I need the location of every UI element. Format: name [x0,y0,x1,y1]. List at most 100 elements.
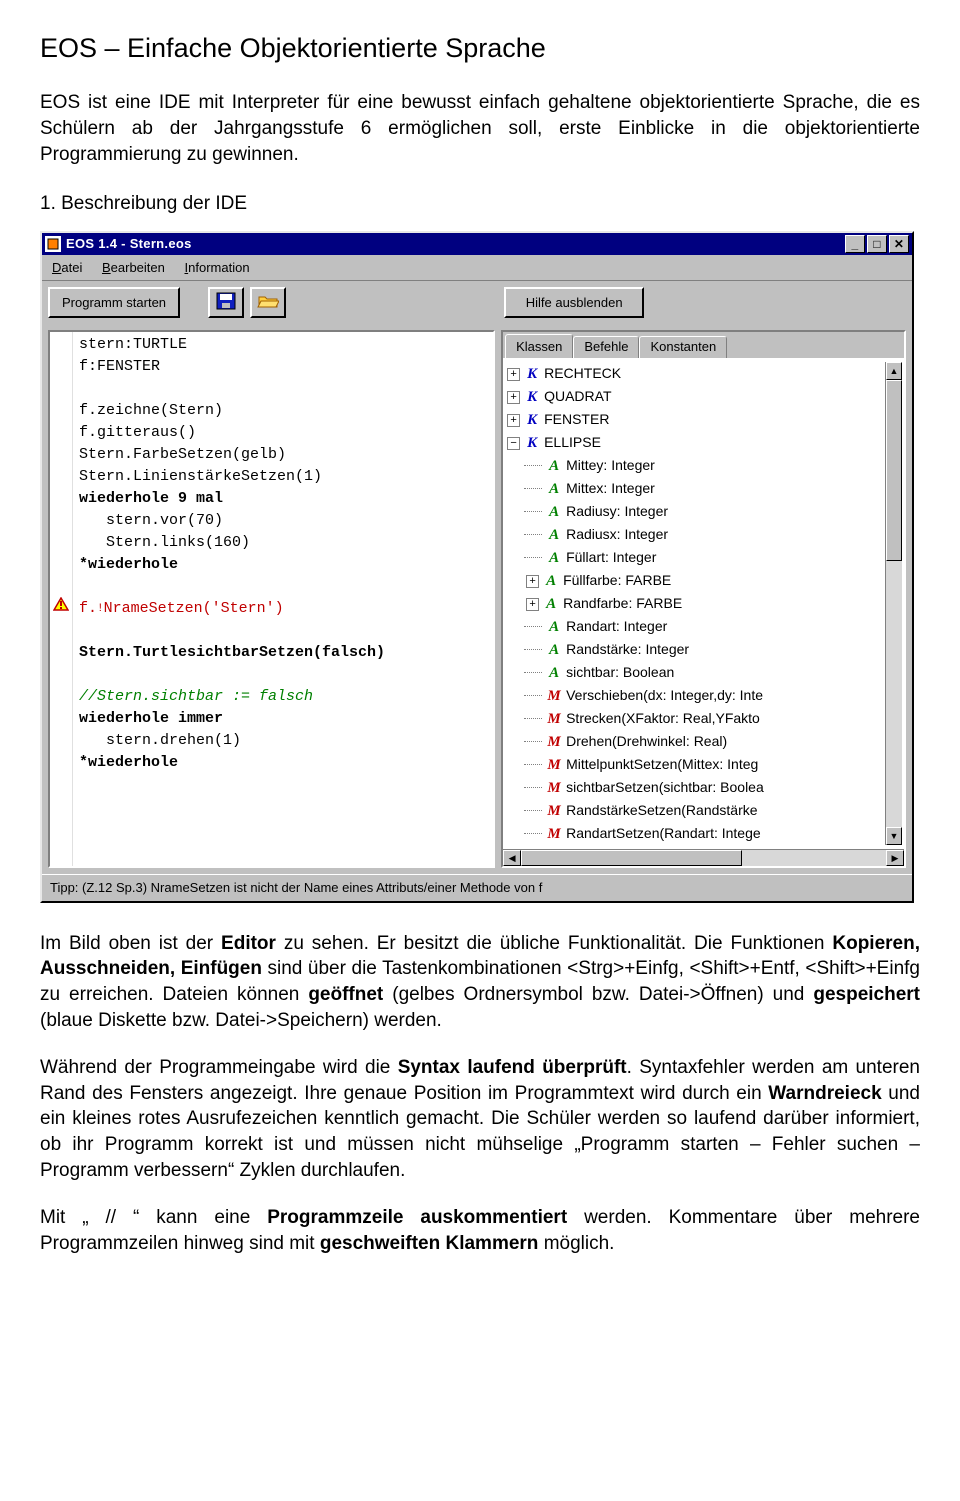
code-line: f:FENSTER [79,356,491,378]
expand-icon[interactable]: + [526,598,539,611]
tree-row[interactable]: MRandstärkeSetzen(Randstärke [505,799,885,822]
scroll-thumb[interactable] [886,380,902,561]
code-line: stern.drehen(1) [79,730,491,752]
class-icon: K [524,432,540,454]
tree-row[interactable]: MDrehen(Drehwinkel: Real) [505,730,885,753]
tab-konstanten[interactable]: Konstanten [639,336,727,359]
tree-row[interactable]: AFüllart: Integer [505,546,885,569]
attribute-icon: A [546,524,562,546]
code-line: *wiederhole [79,752,491,774]
code-line: wiederhole 9 mal [79,488,491,510]
expand-icon[interactable]: + [507,368,520,381]
code-line: Stern.links(160) [79,532,491,554]
tree-row[interactable]: MRandartSetzen(Randart: Intege [505,822,885,845]
tree-label: Füllart: Integer [566,549,656,565]
menu-information[interactable]: Information [177,257,258,279]
menu-datei[interactable]: Datei [44,257,90,279]
tree-label: RandstärkeSetzen(Randstärke [566,802,757,818]
tree-label: Drehen(Drehwinkel: Real) [566,733,727,749]
class-tree[interactable]: +KRECHTECK+KQUADRAT+KFENSTER−KELLIPSEAMi… [505,362,885,845]
save-button[interactable] [208,287,244,318]
hscroll-thumb[interactable] [521,850,742,866]
code-area[interactable]: stern:TURTLEf:FENSTER f.zeichne(Stern)f.… [73,332,493,867]
tree-row[interactable]: ARadiusy: Integer [505,500,885,523]
tree-label: QUADRAT [544,388,611,404]
menu-bearbeiten[interactable]: Bearbeiten [94,257,173,279]
scroll-up-icon[interactable]: ▲ [886,362,902,380]
code-line: stern.vor(70) [79,510,491,532]
open-button[interactable] [250,287,286,318]
scroll-down-icon[interactable]: ▼ [886,827,902,845]
tree-row[interactable]: +KQUADRAT [505,385,885,408]
tree-row[interactable]: Asichtbar: Boolean [505,661,885,684]
tree-row[interactable]: +AFüllfarbe: FARBE [505,569,885,592]
paragraph-comment: Mit „ // “ kann eine Programmzeile ausko… [40,1205,920,1256]
attribute-icon: A [546,639,562,661]
tree-row[interactable]: AMittex: Integer [505,477,885,500]
code-line [79,576,491,598]
code-line [79,664,491,686]
tree-row[interactable]: +KRECHTECK [505,362,885,385]
help-tabs: Klassen Befehle Konstanten [503,332,904,359]
vscrollbar[interactable]: ▲ ▼ [885,362,902,845]
tree-row[interactable]: ARadiusx: Integer [505,523,885,546]
tree-label: Verschieben(dx: Integer,dy: Inte [566,687,763,703]
help-pane: Klassen Befehle Konstanten +KRECHTECK+KQ… [501,330,906,869]
tree-label: Randstärke: Integer [566,641,689,657]
gutter [50,332,73,867]
code-line: Stern.FarbeSetzen(gelb) [79,444,491,466]
attribute-icon: A [546,547,562,569]
titlebar[interactable]: EOS 1.4 - Stern.eos _ □ ✕ [42,233,912,255]
scroll-right-icon[interactable]: ▶ [886,850,904,866]
expand-icon[interactable]: + [507,391,520,404]
tab-befehle[interactable]: Befehle [573,336,639,359]
paragraph-syntax: Während der Programmeingabe wird die Syn… [40,1055,920,1183]
tree-row[interactable]: ARandart: Integer [505,615,885,638]
tree-row[interactable]: MVerschieben(dx: Integer,dy: Inte [505,684,885,707]
tree-label: MittelpunktSetzen(Mittex: Integ [566,756,758,772]
tree-label: Randfarbe: FARBE [563,595,682,611]
app-icon [45,236,61,252]
warning-icon [52,596,70,612]
maximize-button[interactable]: □ [867,235,887,253]
hscrollbar[interactable]: ◀ ▶ [503,849,904,866]
attribute-icon: A [543,593,559,615]
method-icon: M [546,708,562,730]
tree-row[interactable]: ARandstärke: Integer [505,638,885,661]
code-line: f.gitteraus() [79,422,491,444]
tree-label: Füllfarbe: FARBE [563,572,671,588]
menubar: Datei Bearbeiten Information [42,255,912,281]
tree-label: RECHTECK [544,365,621,381]
class-icon: K [524,409,540,431]
minimize-button[interactable]: _ [845,235,865,253]
tree-row[interactable]: MsichtbarSetzen(sichtbar: Boolea [505,776,885,799]
tree-label: Mittey: Integer [566,457,655,473]
tree-row[interactable]: −KELLIPSE [505,431,885,454]
method-icon: M [546,731,562,753]
close-button[interactable]: ✕ [889,235,909,253]
tree-row[interactable]: AMittey: Integer [505,454,885,477]
run-button[interactable]: Programm starten [48,287,180,318]
tree-label: Radiusy: Integer [566,503,668,519]
tree-row[interactable]: + ARandfarbe: FARBE [505,592,885,615]
floppy-icon [215,291,237,314]
code-line: stern:TURTLE [79,334,491,356]
tree-row[interactable]: MStrecken(XFaktor: Real,YFakto [505,707,885,730]
code-line: //Stern.sichtbar := falsch [79,686,491,708]
tree-row[interactable]: +KFENSTER [505,408,885,431]
expand-icon[interactable]: + [507,414,520,427]
code-line: Stern.LinienstärkeSetzen(1) [79,466,491,488]
tree-label: Strecken(XFaktor: Real,YFakto [566,710,760,726]
expand-icon[interactable]: + [526,575,539,588]
tree-label: Radiusx: Integer [566,526,668,542]
method-icon: M [546,823,562,845]
attribute-icon: A [546,616,562,638]
tab-klassen[interactable]: Klassen [505,334,573,359]
section-heading-1: 1. Beschreibung der IDE [40,191,920,217]
tree-row[interactable]: MMittelpunktSetzen(Mittex: Integ [505,753,885,776]
attribute-icon: A [546,501,562,523]
scroll-left-icon[interactable]: ◀ [503,850,521,866]
expand-icon[interactable]: − [507,437,520,450]
help-toggle-button[interactable]: Hilfe ausblenden [504,287,644,318]
code-line: f.!NrameSetzen('Stern') [79,598,491,620]
